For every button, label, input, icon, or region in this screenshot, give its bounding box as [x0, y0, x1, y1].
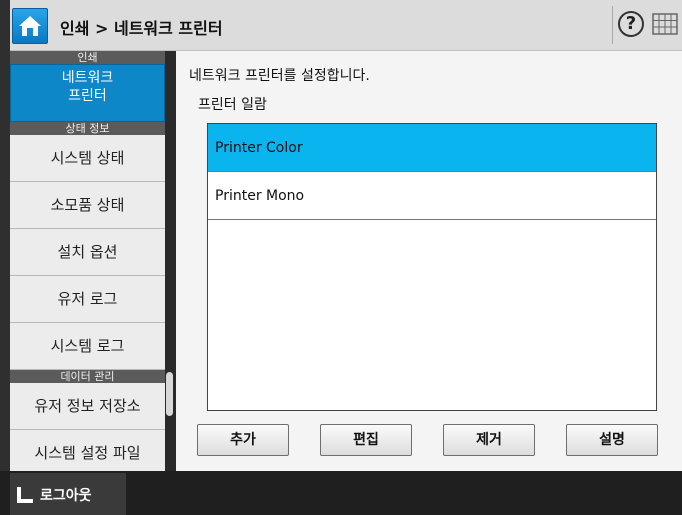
sidebar-item-system-status[interactable]: 시스템 상태: [10, 135, 165, 182]
help-icon[interactable]: ?: [618, 11, 644, 37]
remove-button[interactable]: 제거: [443, 424, 535, 456]
page-title: 인쇄 > 네트워크 프린터: [60, 19, 223, 38]
sidebar-group-header-print: 인쇄: [10, 51, 165, 64]
printer-list[interactable]: Printer Color Printer Mono: [207, 123, 657, 411]
description-button[interactable]: 설명: [566, 424, 658, 456]
list-item[interactable]: Printer Mono: [208, 172, 656, 220]
sidebar-item-label: 프린터: [68, 88, 107, 104]
sidebar-item-user-log[interactable]: 유저 로그: [10, 276, 165, 323]
sidebar-item-user-info-store[interactable]: 유저 정보 저장소: [10, 383, 165, 430]
edit-button[interactable]: 편집: [320, 424, 412, 456]
sidebar-group-header-status: 상태 정보: [10, 122, 165, 135]
logout-label: 로그아웃: [40, 488, 92, 504]
add-button[interactable]: 추가: [197, 424, 289, 456]
sidebar-group-header-data: 데이터 관리: [10, 370, 165, 383]
top-bar: 인쇄 > 네트워크 프린터 ?: [0, 0, 682, 51]
sidebar: 인쇄 네트워크 프린터 상태 정보 시스템 상태 소모품 상태 설치 옵션 유저…: [10, 51, 165, 471]
page-description: 네트워크 프린터를 설정합니다.: [189, 68, 370, 84]
printer-list-label: 프린터 일람: [198, 97, 267, 113]
logout-button[interactable]: 로그아웃: [10, 473, 126, 515]
topbar-divider: [612, 6, 613, 44]
sidebar-item-installed-options[interactable]: 설치 옵션: [10, 229, 165, 276]
sidebar-item-label: 네트워크: [61, 70, 114, 86]
keyboard-grid-icon[interactable]: [652, 12, 678, 36]
logout-icon: [17, 487, 33, 503]
sidebar-item-consumables-status[interactable]: 소모품 상태: [10, 182, 165, 229]
home-icon: [19, 16, 41, 36]
sidebar-item-system-settings-file[interactable]: 시스템 설정 파일: [10, 430, 165, 471]
main-panel: 네트워크 프린터를 설정합니다. 프린터 일람 Printer Color Pr…: [176, 51, 682, 471]
list-item[interactable]: Printer Color: [208, 124, 656, 172]
sidebar-scrollbar[interactable]: [166, 372, 173, 416]
sidebar-item-network-printer[interactable]: 네트워크 프린터: [10, 64, 165, 122]
frame-edge: [0, 0, 10, 515]
home-button[interactable]: [12, 8, 48, 44]
sidebar-item-system-log[interactable]: 시스템 로그: [10, 323, 165, 370]
